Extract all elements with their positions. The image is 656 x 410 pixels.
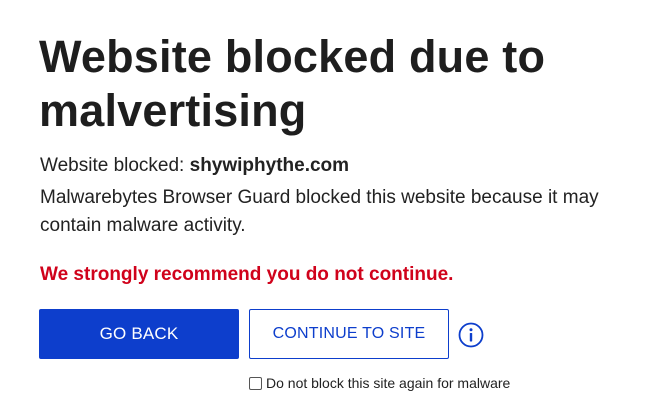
blocked-label: Website blocked: xyxy=(40,155,190,176)
go-back-button[interactable]: GO BACK xyxy=(39,309,239,359)
info-icon[interactable] xyxy=(458,322,484,348)
page-title: Website blocked due to malvertising xyxy=(39,31,546,136)
do-not-block-again-label: Do not block this site again for malware xyxy=(266,375,511,391)
warning-message: We strongly recommend you do not continu… xyxy=(40,264,454,285)
continue-to-site-button[interactable]: CONTINUE TO SITE xyxy=(249,309,449,359)
block-description: Malwarebytes Browser Guard blocked this … xyxy=(40,187,599,236)
do-not-block-again-row[interactable]: Do not block this site again for malware xyxy=(249,375,510,391)
block-page: Website blocked due to malvertising Webs… xyxy=(0,0,656,410)
blocked-site-line: Website blocked: shywiphythe.com xyxy=(40,153,349,179)
do-not-block-again-checkbox[interactable] xyxy=(249,376,262,390)
blocked-domain: shywiphythe.com xyxy=(189,155,350,176)
